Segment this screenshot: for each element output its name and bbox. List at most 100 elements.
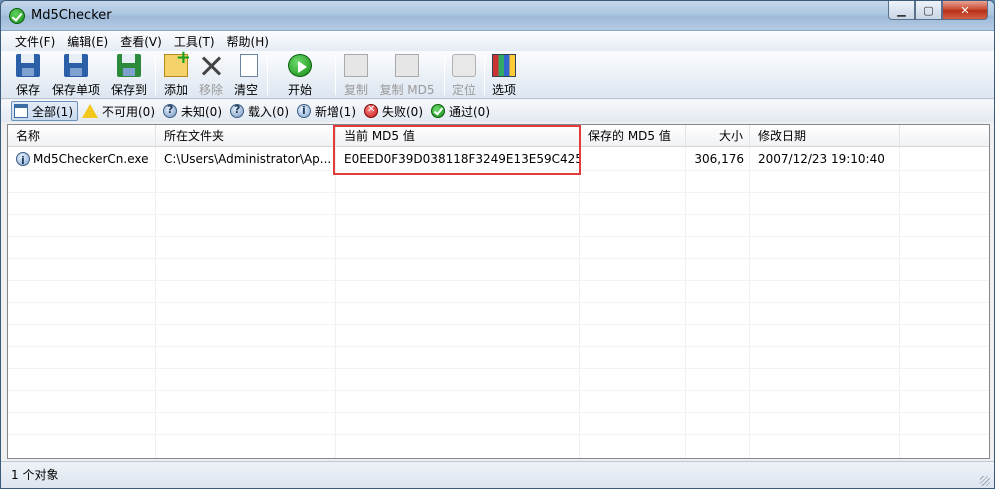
filter-loaded[interactable]: 载入(0) <box>228 101 293 121</box>
copy-md5-icon <box>395 54 419 77</box>
window-title: Md5Checker <box>31 8 112 23</box>
column-header-folder[interactable]: 所在文件夹 <box>156 125 336 147</box>
filter-passed-label: 通过(0) <box>449 104 490 119</box>
toolbar-separator <box>267 55 268 95</box>
add-button[interactable]: 添加 <box>161 47 191 98</box>
menu-view[interactable]: 查看(V) <box>114 33 168 50</box>
status-text: 1 个对象 <box>11 468 59 482</box>
toolbar-separator <box>335 55 336 95</box>
minimize-button[interactable]: ▁ <box>888 1 915 20</box>
filter-new[interactable]: 新增(1) <box>295 101 360 121</box>
grid-line <box>8 324 989 325</box>
save-button[interactable]: 保存 <box>13 52 43 98</box>
cell-name: Md5CheckerCn.exe <box>8 148 156 170</box>
grid-line <box>8 390 989 391</box>
window-controls: ▁ ▢ ✕ <box>888 1 988 20</box>
add-folder-icon <box>164 47 191 77</box>
copy-icon <box>344 54 368 77</box>
remove-label: 移除 <box>198 83 223 97</box>
filter-failed-label: 失败(0) <box>382 104 423 119</box>
save-disk-icon <box>16 54 40 77</box>
grid-line <box>8 236 989 237</box>
filter-all-label: 全部(1) <box>32 104 73 119</box>
filter-new-label: 新增(1) <box>315 104 356 119</box>
toolbar-separator <box>484 55 485 95</box>
copy-label: 复制 <box>343 83 368 97</box>
new-info-icon <box>16 150 30 170</box>
clear-button[interactable]: 清空 <box>231 52 261 98</box>
md5-highlight-box <box>333 125 581 175</box>
file-list[interactable]: 名称 所在文件夹 当前 MD5 值 保存的 MD5 值 大小 修改日期 Md5C… <box>7 124 990 459</box>
grid-line <box>8 214 989 215</box>
save-to-disk-icon <box>117 54 141 77</box>
loaded-question-icon <box>230 103 244 118</box>
filter-unavailable[interactable]: 不可用(0) <box>80 101 159 121</box>
grid-line <box>8 434 989 435</box>
filter-all[interactable]: 全部(1) <box>11 101 78 121</box>
filter-unavailable-label: 不可用(0) <box>102 104 155 119</box>
grid-line <box>8 192 989 193</box>
options-button[interactable]: 选项 <box>489 52 519 98</box>
grid-line <box>8 302 989 303</box>
all-list-icon <box>14 104 28 118</box>
title-bar[interactable]: Md5Checker ▁ ▢ ✕ <box>1 1 994 31</box>
filter-bar: 全部(1) 不可用(0) 未知(0) 载入(0) 新增(1) 失败(0) 通过(… <box>1 100 994 122</box>
menu-edit[interactable]: 编辑(E) <box>61 33 114 50</box>
fail-cross-icon <box>364 104 378 118</box>
filter-unknown-label: 未知(0) <box>181 104 222 119</box>
options-chart-icon <box>492 54 516 77</box>
menu-help[interactable]: 帮助(H) <box>221 33 275 50</box>
column-header-filler <box>900 125 989 147</box>
save-to-button[interactable]: 保存到 <box>108 52 150 98</box>
start-button[interactable]: 开始 <box>285 52 315 98</box>
pass-check-icon <box>431 104 445 118</box>
menu-file[interactable]: 文件(F) <box>9 33 61 50</box>
column-header-modified[interactable]: 修改日期 <box>750 125 900 147</box>
column-header-size[interactable]: 大小 <box>686 125 750 147</box>
cell-saved-md5 <box>580 148 686 170</box>
clear-page-icon <box>240 54 258 77</box>
grid-line <box>8 412 989 413</box>
locate-button[interactable]: 定位 <box>449 52 479 98</box>
grid-line <box>8 368 989 369</box>
copy-md5-button[interactable]: 复制 MD5 <box>377 52 437 98</box>
cell-folder: C:\Users\Administrator\Ap... <box>164 152 332 166</box>
grid-line <box>8 346 989 347</box>
unknown-question-icon <box>163 103 177 118</box>
cell-size: 306,176 <box>694 152 744 166</box>
menu-bar: 文件(F) 编辑(E) 查看(V) 工具(T) 帮助(H) <box>1 31 994 51</box>
file-name: Md5CheckerCn.exe <box>33 152 149 166</box>
column-header-saved-md5[interactable]: 保存的 MD5 值 <box>580 125 686 147</box>
add-label: 添加 <box>163 83 188 97</box>
save-item-button[interactable]: 保存单项 <box>49 52 103 98</box>
locate-icon <box>452 54 476 77</box>
save-item-label: 保存单项 <box>51 83 100 97</box>
grid-line <box>8 258 989 259</box>
copy-button[interactable]: 复制 <box>341 52 371 98</box>
remove-x-icon <box>199 54 223 77</box>
grid-line <box>8 280 989 281</box>
start-label: 开始 <box>287 83 312 97</box>
filter-loaded-label: 载入(0) <box>248 104 289 119</box>
save-to-label: 保存到 <box>110 83 147 97</box>
warning-icon <box>82 104 98 118</box>
options-label: 选项 <box>491 83 516 97</box>
close-button[interactable]: ✕ <box>942 1 988 20</box>
maximize-button[interactable]: ▢ <box>915 1 942 20</box>
filter-unknown[interactable]: 未知(0) <box>161 101 226 121</box>
copy-md5-label: 复制 MD5 <box>379 83 435 97</box>
app-check-icon <box>9 8 25 24</box>
app-window: Md5Checker ▁ ▢ ✕ 文件(F) 编辑(E) 查看(V) 工具(T)… <box>0 0 995 489</box>
cell-modified: 2007/12/23 19:10:40 <box>758 152 885 166</box>
save-label: 保存 <box>15 83 40 97</box>
column-header-name[interactable]: 名称 <box>8 125 156 147</box>
remove-button[interactable]: 移除 <box>196 52 226 98</box>
clear-label: 清空 <box>233 83 258 97</box>
toolbar-separator <box>155 55 156 95</box>
filter-failed[interactable]: 失败(0) <box>362 101 427 121</box>
resize-grip[interactable] <box>980 476 990 486</box>
start-play-icon <box>288 54 312 77</box>
toolbar: 保存 保存单项 保存到 添加 移除 清空 开始 <box>1 47 994 99</box>
status-bar: 1 个对象 <box>1 461 994 488</box>
filter-passed[interactable]: 通过(0) <box>429 101 494 121</box>
